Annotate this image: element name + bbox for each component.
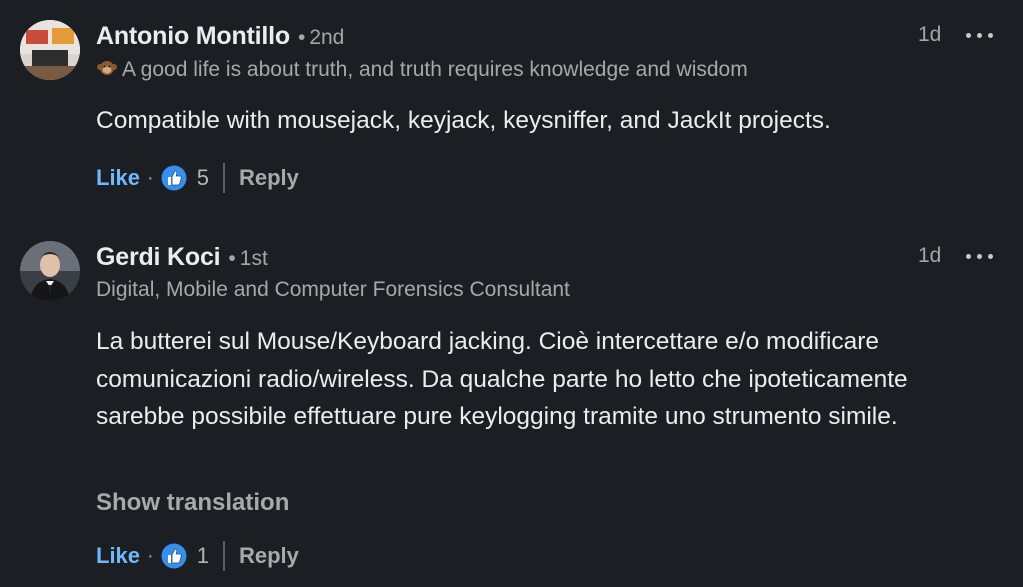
like-button[interactable]: Like [96,543,140,569]
connection-degree: 1st [239,247,268,270]
reaction-count[interactable]: 1 [197,543,209,569]
divider [222,541,225,571]
dot-separator: · [147,544,154,567]
show-translation-link[interactable]: Show translation [96,489,289,517]
comment-2: Gerdi Koci • 1st Digital, Mobile and Compu… [0,0,1023,587]
comment-actions: Like · 1 Reply [96,540,299,572]
author-name[interactable]: Gerdi Koci [96,243,221,271]
reply-button[interactable]: Reply [239,543,299,569]
thumbs-up-icon[interactable] [161,543,187,569]
more-options-icon[interactable] [963,246,997,266]
headline: Digital, Mobile and Computer Forensics C… [96,278,570,301]
timestamp: 1d [918,244,942,267]
name-line: Gerdi Koci • 1st [96,243,268,272]
separator: • [228,247,236,270]
avatar[interactable] [20,241,80,301]
comment-text: La butterei sul Mouse/Keyboard jacking. … [96,328,908,430]
